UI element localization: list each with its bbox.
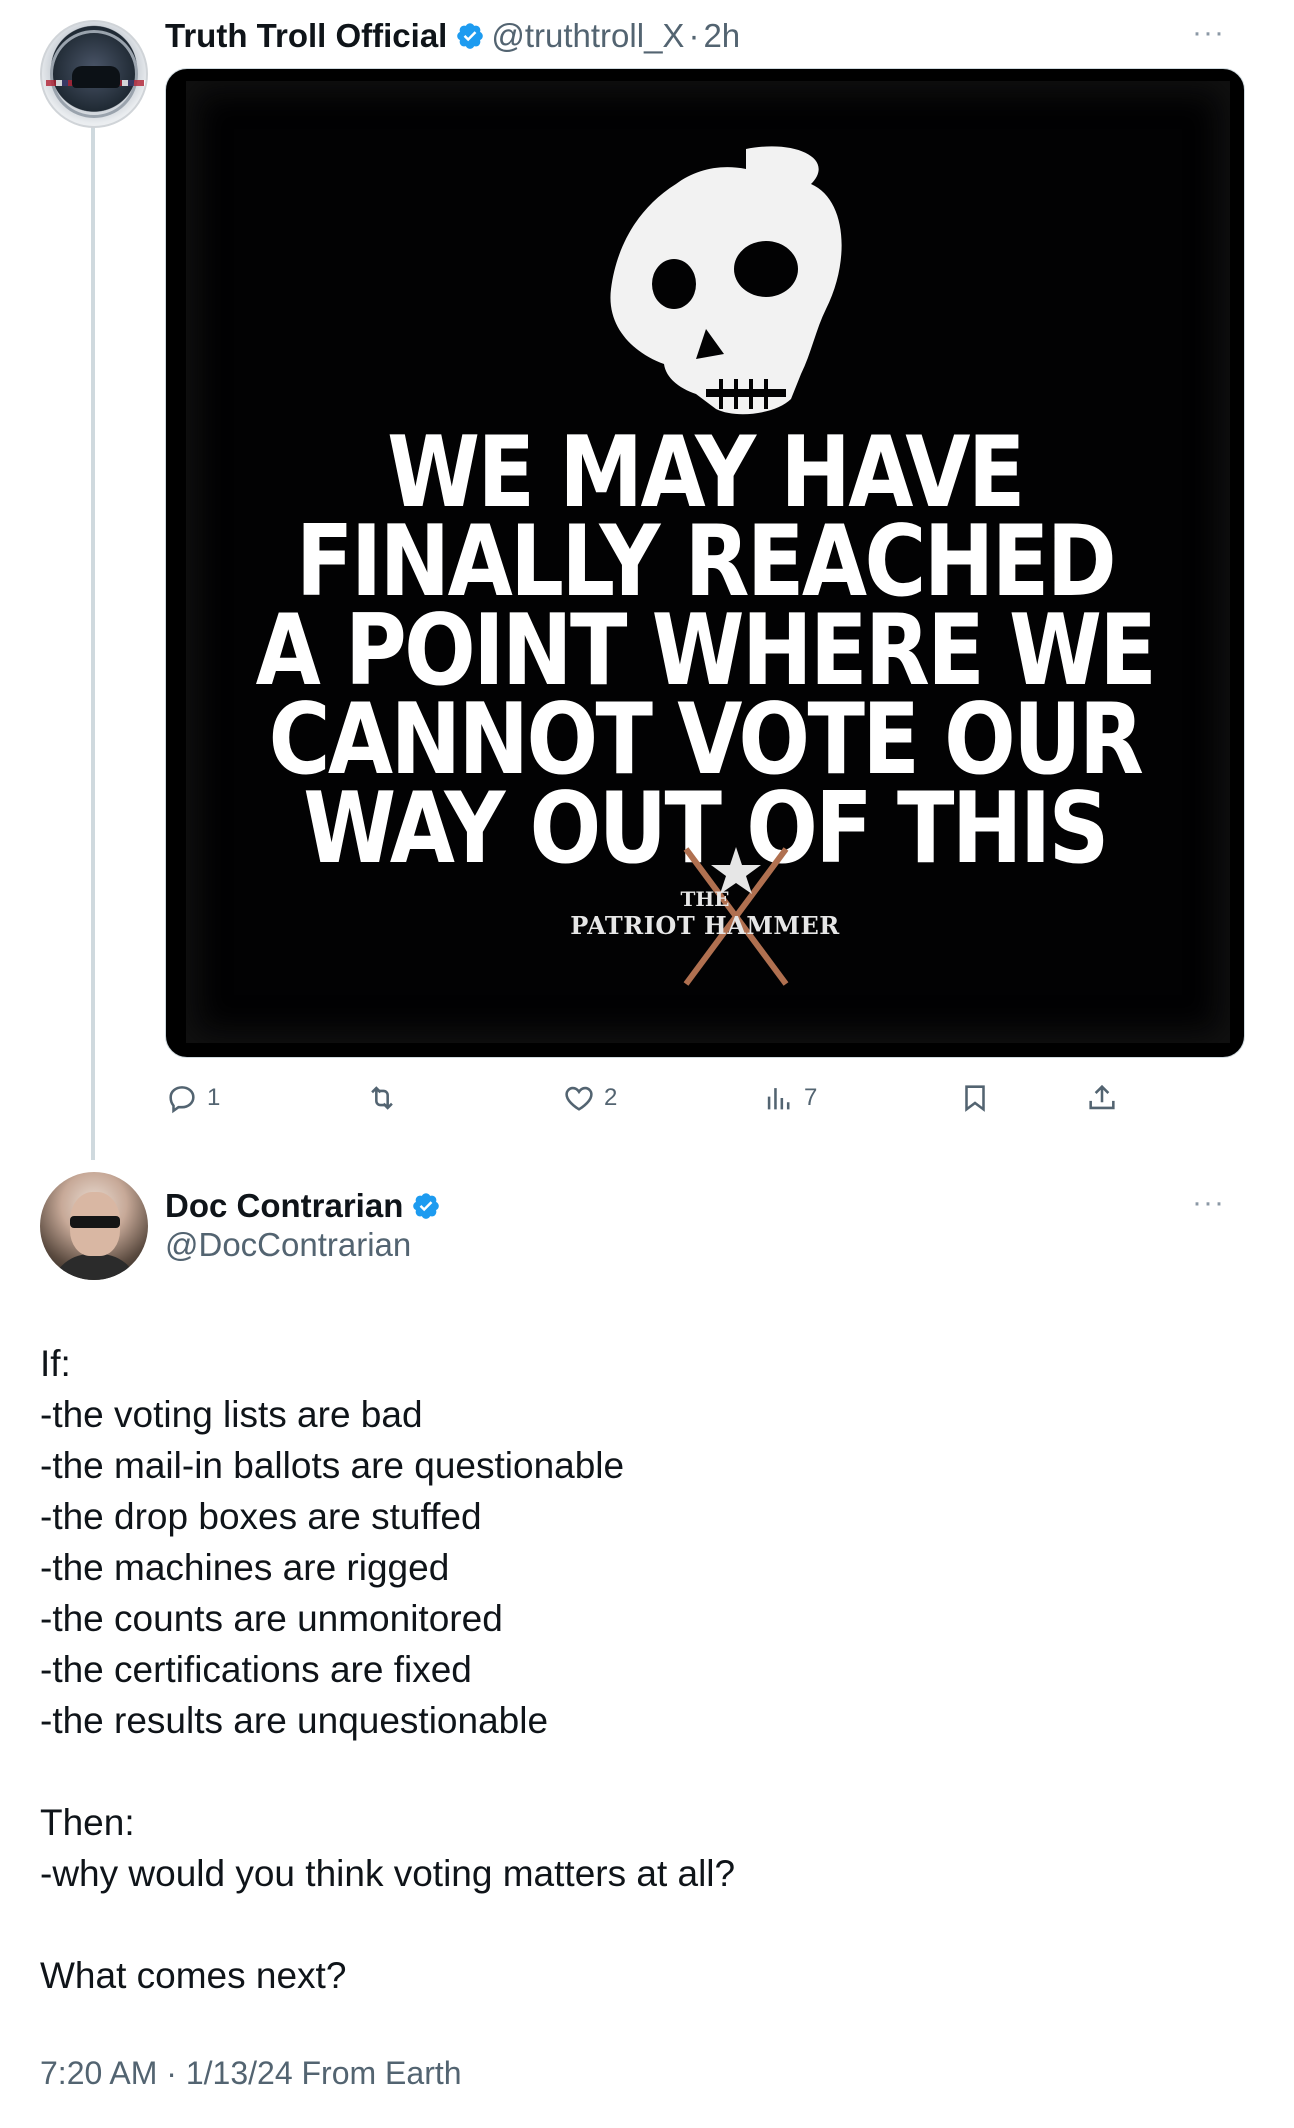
heart-icon [565, 1086, 593, 1111]
tweet2-handle[interactable]: @DocContrarian [165, 1226, 411, 1264]
like-count: 2 [604, 1084, 618, 1111]
tweet1-time[interactable]: 2h [703, 17, 740, 55]
tweet1-separator: · [688, 17, 700, 54]
body-condition: -the mail-in ballots are questionable [40, 1445, 625, 1486]
verified-badge-icon [457, 23, 484, 49]
thread-connector-line [91, 118, 95, 1160]
avatar-glasses [70, 1216, 120, 1228]
logo-name-text: PATRIOT HAMMER [570, 911, 840, 940]
avatar-doc-contrarian[interactable] [40, 1172, 148, 1280]
tweet2-timestamp[interactable]: 7:20 AM · 1/13/24 From Earth [40, 2055, 462, 2092]
logo-the-text: THE [680, 887, 730, 911]
views-button[interactable]: 7 [762, 1076, 817, 1120]
tweet1-display-name[interactable]: Truth Troll Official [165, 17, 447, 55]
bookmark-button[interactable] [958, 1076, 1000, 1120]
share-icon [1089, 1084, 1115, 1110]
like-button[interactable]: 2 [562, 1076, 617, 1120]
avatar-suit [50, 1254, 140, 1280]
verified-badge-icon [413, 1193, 440, 1219]
tweet1-header: Truth Troll Official @truthtroll_X · 2h [165, 14, 740, 58]
tweet1-action-bar: 1 2 7 [165, 1076, 1165, 1120]
body-if-label: If: [40, 1343, 71, 1384]
bookmark-icon [965, 1085, 985, 1112]
body-then-label: Then: [40, 1802, 135, 1843]
body-closing: What comes next? [40, 1955, 347, 1996]
more-options-icon[interactable]: ··· [1192, 16, 1225, 50]
retweet-icon [371, 1086, 393, 1110]
body-condition: -the drop boxes are stuffed [40, 1496, 482, 1537]
body-condition: -the results are unquestionable [40, 1700, 549, 1741]
tweet1-media-image[interactable]: WE MAY HAVE FINALLY REACHED A POINT WHER… [165, 68, 1245, 1058]
reply-icon [169, 1086, 195, 1114]
body-then-line: -why would you think voting matters at a… [40, 1853, 736, 1894]
share-button[interactable] [1085, 1076, 1127, 1120]
tweet1-handle[interactable]: @truthtroll_X [491, 17, 684, 55]
views-count: 7 [804, 1084, 818, 1111]
avatar-truth-troll[interactable] [40, 20, 148, 128]
body-condition: -the counts are unmonitored [40, 1598, 503, 1639]
more-options-icon[interactable]: ··· [1192, 1186, 1225, 1220]
views-icon [767, 1088, 790, 1110]
skull-graphic [610, 146, 842, 415]
body-condition: -the machines are rigged [40, 1547, 450, 1588]
tweet2-display-name[interactable]: Doc Contrarian [165, 1187, 403, 1225]
reply-count: 1 [207, 1084, 221, 1111]
tweet2-name-row: Doc Contrarian [165, 1184, 447, 1228]
avatar-motorcycle [72, 66, 120, 88]
meme-text-block: WE MAY HAVE FINALLY REACHED A POINT WHER… [241, 424, 1168, 878]
body-condition: -the certifications are fixed [40, 1649, 472, 1690]
tweet2-body: If: -the voting lists are bad -the mail-… [40, 1338, 1240, 2001]
reply-button[interactable]: 1 [165, 1076, 220, 1120]
retweet-button[interactable] [365, 1076, 407, 1120]
body-condition: -the voting lists are bad [40, 1394, 423, 1435]
